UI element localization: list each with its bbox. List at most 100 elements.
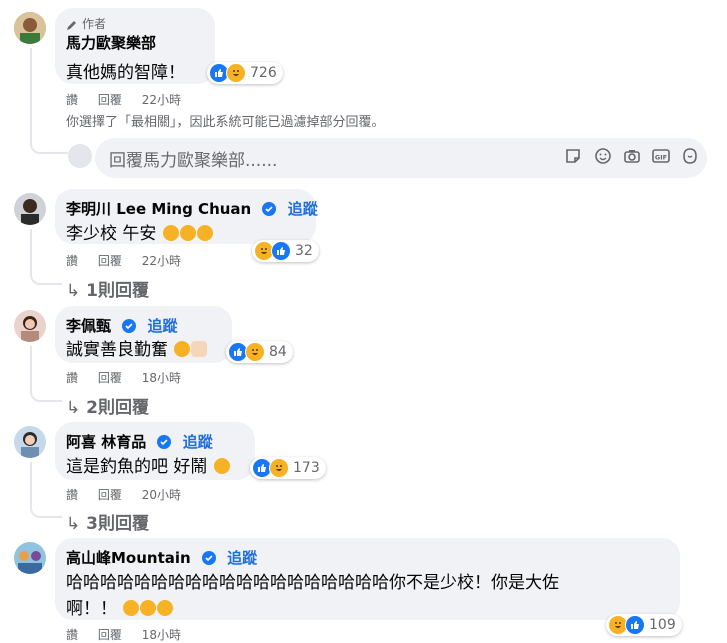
avatar[interactable] [14, 426, 46, 458]
laughing-emoji-icon [157, 600, 174, 616]
reaction-count: 109 [649, 617, 676, 633]
filter-notice: 你選擇了「最相關」，因此系統可能已過濾掉部分回覆。 [66, 115, 385, 130]
like-button[interactable]: 讚 [66, 488, 78, 502]
comment-text: 這是釣魚的吧 好鬧 [66, 452, 230, 477]
comment-text-line2: 啊！！ [66, 594, 174, 619]
svg-text:GIF: GIF [655, 154, 667, 162]
reply-button[interactable]: 回覆 [98, 93, 122, 107]
laughing-emoji-icon [196, 225, 213, 241]
comment-author-name[interactable]: 馬力歐聚樂部 [66, 32, 156, 53]
laughing-emoji-icon [179, 225, 196, 241]
author-name-text[interactable]: 阿喜 林育品 [66, 433, 146, 451]
comment-text: 真他媽的智障！ [66, 63, 185, 83]
timestamp[interactable]: 18小時 [142, 371, 181, 385]
thread-connector [30, 130, 68, 154]
emoji-icon[interactable] [593, 146, 613, 166]
replies-count[interactable]: 1則回覆 [86, 281, 149, 301]
follow-link[interactable]: 追蹤 [183, 433, 213, 451]
comment-actions: 讚 回覆 22小時 [66, 91, 197, 108]
avatar[interactable] [14, 310, 46, 342]
reaction-count: 726 [250, 65, 277, 81]
gif-icon[interactable]: GIF [651, 146, 671, 166]
reply-placeholder: 回覆馬力歐聚樂部...... [109, 151, 278, 171]
reply-button[interactable]: 回覆 [98, 254, 122, 268]
avatar-sticker-icon[interactable] [680, 146, 700, 166]
comment-author-name[interactable]: 高山峰Mountain 追蹤 [66, 547, 257, 569]
author-badge: 作者 [82, 17, 107, 31]
laughing-emoji-icon [140, 600, 157, 616]
verified-badge-icon [262, 202, 277, 220]
avatar[interactable] [14, 542, 46, 574]
reaction-summary[interactable]: 173 [250, 457, 326, 479]
thread-connector [30, 382, 62, 402]
comment-author-name[interactable]: 阿喜 林育品 追蹤 [66, 431, 213, 453]
haha-reaction-icon [245, 342, 265, 362]
reaction-summary[interactable]: 84 [226, 341, 293, 363]
reply-button[interactable]: 回覆 [98, 371, 122, 385]
comment-actions: 讚 回覆 18小時 [66, 626, 197, 643]
comment-text: 誠實善良勤奮 [66, 335, 208, 360]
verified-badge-icon [201, 551, 216, 569]
view-replies-link[interactable]: ↳ 3則回覆 [66, 509, 149, 534]
comment-text: 李少校 午安 [66, 219, 213, 244]
like-reaction-icon [271, 241, 291, 261]
thread-line [30, 462, 32, 500]
sticker-icon[interactable] [563, 146, 583, 166]
author-name-text[interactable]: 李明川 Lee Ming Chuan [66, 200, 251, 218]
avatar[interactable] [14, 12, 46, 44]
haha-reaction-icon [226, 63, 246, 83]
thread-connector [30, 265, 62, 285]
replies-count[interactable]: 2則回覆 [86, 398, 149, 418]
reply-arrow-icon: ↳ [66, 398, 81, 418]
comment-text-content: 李少校 午安 [66, 224, 157, 244]
laughing-emoji-icon [123, 600, 140, 616]
author-name-text[interactable]: 高山峰Mountain [66, 549, 191, 567]
comment-author-name[interactable]: 李明川 Lee Ming Chuan 追蹤 [66, 198, 318, 220]
reaction-summary[interactable]: 726 [207, 62, 283, 84]
verified-badge-icon [157, 435, 172, 453]
view-replies-link[interactable]: ↳ 1則回覆 [66, 276, 149, 301]
like-button[interactable]: 讚 [66, 371, 78, 385]
author-name-text[interactable]: 李佩甄 [66, 317, 111, 335]
current-user-avatar [68, 144, 92, 168]
reaction-summary[interactable]: 109 [606, 614, 682, 636]
comment-text-content: 誠實善良勤奮 [66, 340, 168, 360]
reaction-summary[interactable]: 32 [252, 240, 319, 262]
reply-input[interactable]: 回覆馬力歐聚樂部...... GIF [95, 138, 707, 178]
comment-text-content: 啊！！ [66, 599, 117, 619]
view-replies-link[interactable]: ↳ 2則回覆 [66, 393, 149, 418]
haha-reaction-icon [269, 458, 289, 478]
laughing-emoji-icon [213, 458, 230, 474]
replies-count[interactable]: 3則回覆 [86, 514, 149, 534]
reaction-count: 84 [269, 344, 287, 360]
like-button[interactable]: 讚 [66, 254, 78, 268]
laughing-emoji-icon [174, 341, 191, 357]
comment-actions: 讚 回覆 18小時 [66, 369, 197, 386]
follow-link[interactable]: 追蹤 [147, 317, 177, 335]
thumbs-up-emoji-icon [191, 341, 208, 357]
reply-button[interactable]: 回覆 [98, 488, 122, 502]
follow-link[interactable]: 追蹤 [227, 549, 257, 567]
like-button[interactable]: 讚 [66, 93, 78, 107]
follow-link[interactable]: 追蹤 [288, 200, 318, 218]
reply-arrow-icon: ↳ [66, 514, 81, 534]
comment-actions: 讚 回覆 20小時 [66, 486, 197, 503]
laughing-emoji-icon [162, 225, 179, 241]
timestamp[interactable]: 22小時 [142, 254, 181, 268]
thread-line [30, 48, 32, 143]
comment-author-name[interactable]: 李佩甄 追蹤 [66, 315, 178, 337]
comment-actions: 讚 回覆 22小時 [66, 252, 197, 269]
thread-line [30, 229, 32, 267]
camera-icon[interactable] [622, 146, 642, 166]
comment-text-content: 這是釣魚的吧 好鬧 [66, 457, 208, 477]
reply-arrow-icon: ↳ [66, 281, 81, 301]
thread-line [30, 346, 32, 384]
like-reaction-icon [625, 615, 645, 635]
timestamp[interactable]: 20小時 [142, 488, 181, 502]
timestamp[interactable]: 22小時 [142, 93, 181, 107]
reaction-count: 173 [293, 460, 320, 476]
thread-connector [30, 498, 62, 518]
reaction-count: 32 [295, 243, 313, 259]
comment-text-line1: 哈哈哈哈哈哈哈哈哈哈哈哈哈哈哈哈哈哈哈你不是少校！你是大佐 [66, 573, 559, 593]
avatar[interactable] [14, 193, 46, 225]
